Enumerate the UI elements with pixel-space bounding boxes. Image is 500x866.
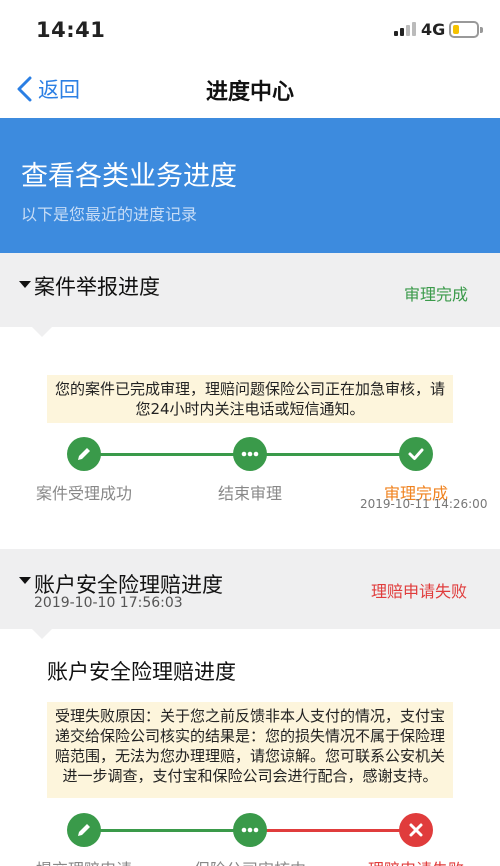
account-claim-date: 2019-10-10 17:56:03 xyxy=(34,595,183,611)
page-title: 进度中心 xyxy=(205,80,294,105)
progress-line-failed xyxy=(250,829,416,832)
step-node xyxy=(67,437,101,471)
claim-card-title: 账户安全险理赔进度 xyxy=(47,660,236,684)
case-report-status: 审理完成 xyxy=(404,285,469,304)
step-node xyxy=(233,437,267,471)
step-label: 结束审理 xyxy=(217,484,282,503)
check-icon xyxy=(408,448,424,460)
network-label: 4G xyxy=(421,20,446,39)
step-node xyxy=(67,813,101,847)
dots-icon xyxy=(241,451,259,457)
status-bar: 14:41 4G xyxy=(0,0,500,58)
case-report-header[interactable]: 案件举报进度 审理完成 xyxy=(0,253,500,327)
signal-icon xyxy=(394,22,416,36)
case-report-title: 案件举报进度 xyxy=(34,275,160,299)
banner-title: 查看各类业务进度 xyxy=(21,161,237,192)
battery-icon xyxy=(449,21,483,38)
step-node xyxy=(399,437,433,471)
step-label: 保险公司审核中 xyxy=(180,856,320,866)
nav-bar: 返回 进度中心 xyxy=(0,58,500,118)
dots-icon xyxy=(241,827,259,833)
account-claim-status: 理赔申请失败 xyxy=(371,582,468,601)
step-label: 提交理赔申请 xyxy=(24,856,144,866)
close-icon xyxy=(409,823,423,837)
step-node xyxy=(399,813,433,847)
banner-subtitle: 以下是您最近的进度记录 xyxy=(21,205,198,224)
header-pointer xyxy=(32,629,52,639)
pencil-icon xyxy=(78,448,90,460)
step-time: 2019-10-11 14:26:00 xyxy=(360,497,488,511)
progress-banner: 查看各类业务进度 以下是您最近的进度记录 xyxy=(0,118,500,253)
progress-line xyxy=(84,829,250,832)
expand-triangle-icon xyxy=(19,281,31,288)
expand-triangle-icon xyxy=(19,577,31,584)
step-label: 理赔申请失败 xyxy=(356,856,476,866)
step-label: 案件受理成功 xyxy=(35,484,132,503)
account-claim-header[interactable]: 账户安全险理赔进度 2019-10-10 17:56:03 理赔申请失败 xyxy=(0,549,500,629)
case-report-notice: 您的案件已完成审理，理赔问题保险公司正在加急审核，请您24小时内关注电话或短信通… xyxy=(47,375,453,423)
pencil-icon xyxy=(78,824,90,836)
step-node xyxy=(233,813,267,847)
header-pointer xyxy=(32,327,52,337)
status-time: 14:41 xyxy=(36,18,106,42)
claim-failure-notice: 受理失败原因：关于您之前反馈非本人支付的情况，支付宝递交给保险公司核实的结果是：… xyxy=(47,702,453,798)
